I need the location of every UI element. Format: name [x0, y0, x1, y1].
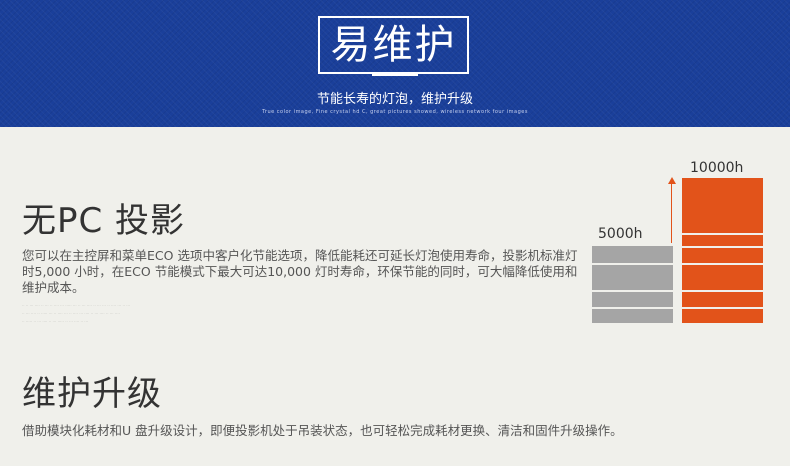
- header-banner: 易维护 节能长寿的灯泡，维护升级 True color image, Fine …: [0, 0, 790, 127]
- title-underline: [372, 72, 418, 76]
- bar-10000h-stripe: [682, 307, 763, 309]
- banner-english-tagline: True color image, Fine crystal hd C, gre…: [262, 109, 528, 115]
- data-label-5000h: 5000h: [598, 226, 643, 242]
- bar-5000h: [592, 246, 673, 323]
- bar-10000h-stripe: [682, 233, 763, 235]
- fine-print: ·· ·· ··· ···· ·· ··· ·· ···· ··· ····· …: [22, 303, 131, 324]
- bar-10000h: [682, 178, 763, 323]
- section-paragraph-maintenance: 借助模块化耗材和U 盘升级设计，即便投影机处于吊装状态，也可轻松完成耗材更换、清…: [22, 423, 623, 438]
- up-arrow-icon: [668, 177, 676, 184]
- bar-5000h-stripe: [592, 307, 673, 309]
- bar-5000h-stripe: [592, 290, 673, 292]
- section-heading-no-pc: 无PC 投影: [22, 201, 186, 241]
- section-paragraph-eco: 您可以在主控屏和菜单ECO 选项中客户化节能选项，降低能耗还可延长灯泡使用寿命，…: [22, 248, 578, 295]
- up-arrow-shaft: [671, 183, 672, 243]
- data-label-10000h: 10000h: [690, 160, 744, 176]
- banner-subtitle: 节能长寿的灯泡，维护升级: [316, 92, 473, 107]
- bar-10000h-stripe: [682, 290, 763, 292]
- section-heading-maintenance: 维护升级: [22, 374, 162, 414]
- bar-10000h-stripe: [682, 246, 763, 248]
- bar-5000h-stripe: [592, 263, 673, 265]
- page-title: 易维护: [318, 16, 469, 74]
- bar-10000h-stripe: [682, 263, 763, 265]
